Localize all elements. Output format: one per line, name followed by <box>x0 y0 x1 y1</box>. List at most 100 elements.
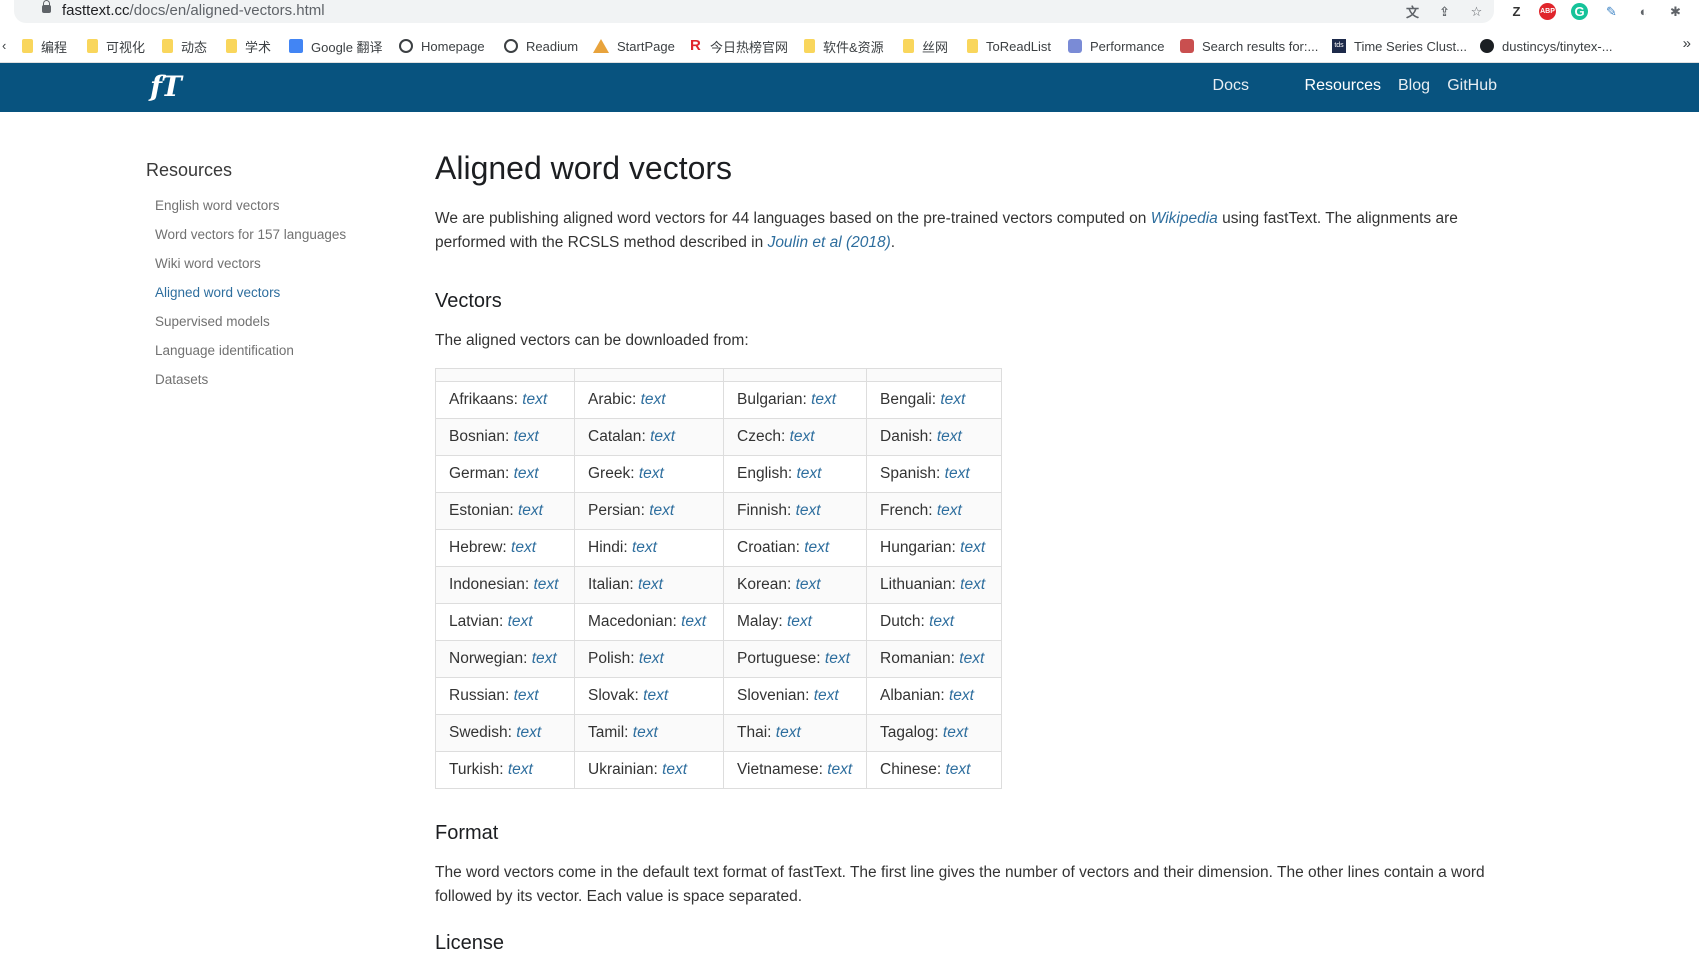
download-text-link[interactable]: text <box>681 613 706 630</box>
download-text-link[interactable]: text <box>776 724 801 741</box>
download-text-link[interactable]: text <box>650 428 675 445</box>
bookmark-item[interactable]: 动态 <box>162 36 207 56</box>
bookmark-item[interactable]: R 今日热榜官网 <box>690 36 788 56</box>
bookmark-item[interactable]: 编程 <box>22 36 67 56</box>
download-text-link[interactable]: text <box>508 613 533 630</box>
url-text[interactable]: fasttext.cc/docs/en/aligned-vectors.html <box>62 2 325 19</box>
language-cell: French: text <box>866 492 1002 530</box>
share-icon[interactable]: ⇪ <box>1436 3 1453 20</box>
download-text-link[interactable]: text <box>649 502 674 519</box>
download-text-link[interactable]: text <box>804 539 829 556</box>
extensions-puzzle-icon[interactable]: ✱ <box>1667 3 1684 20</box>
translate-icon[interactable]: 文 <box>1404 3 1421 20</box>
language-name: Indonesian <box>449 576 525 593</box>
download-text-link[interactable]: text <box>929 613 954 630</box>
bookmark-item[interactable]: 软件&资源 <box>804 36 884 56</box>
download-text-link[interactable]: text <box>959 650 984 667</box>
download-text-link[interactable]: text <box>514 428 539 445</box>
globe-icon <box>399 39 413 53</box>
download-text-link[interactable]: text <box>796 576 821 593</box>
language-name: Romanian <box>880 650 951 667</box>
download-text-link[interactable]: text <box>949 687 974 704</box>
download-text-link[interactable]: text <box>811 391 836 408</box>
download-text-link[interactable]: text <box>518 502 543 519</box>
lock-icon[interactable] <box>42 0 51 13</box>
sidebar-item-word-vectors-157[interactable]: Word vectors for 157 languages <box>155 227 346 242</box>
download-text-link[interactable]: text <box>533 576 558 593</box>
bookmark-item[interactable]: Readium <box>504 36 578 56</box>
download-text-link[interactable]: text <box>639 650 664 667</box>
download-text-link[interactable]: text <box>790 428 815 445</box>
download-text-link[interactable]: text <box>937 428 962 445</box>
download-text-link[interactable]: text <box>796 502 821 519</box>
sidebar-item-datasets[interactable]: Datasets <box>155 372 208 387</box>
sidebar-item-english-word-vectors[interactable]: English word vectors <box>155 198 280 213</box>
pen-extension-icon[interactable]: ✎ <box>1603 3 1620 20</box>
url-field[interactable]: fasttext.cc/docs/en/aligned-vectors.html <box>14 0 1494 23</box>
grammarly-icon[interactable]: G <box>1571 3 1588 20</box>
language-cell: Bengali: text <box>866 381 1002 419</box>
zotero-icon[interactable]: Z <box>1508 3 1525 20</box>
download-text-link[interactable]: text <box>945 465 970 482</box>
download-text-link[interactable]: text <box>814 687 839 704</box>
download-text-link[interactable]: text <box>639 465 664 482</box>
download-text-link[interactable]: text <box>796 465 821 482</box>
download-text-link[interactable]: text <box>516 724 541 741</box>
adblock-icon[interactable]: ABP <box>1539 3 1556 20</box>
bookmark-item[interactable]: Search results for:... <box>1180 36 1318 56</box>
bookmark-item[interactable]: Google 翻译 <box>289 36 383 56</box>
download-text-link[interactable]: text <box>632 539 657 556</box>
language-separator: : <box>629 576 638 593</box>
bookmark-item[interactable]: Performance <box>1068 36 1164 56</box>
nav-resources[interactable]: Resources <box>1305 77 1381 95</box>
joulin-paper-link[interactable]: Joulin et al (2018) <box>768 234 891 251</box>
download-text-link[interactable]: text <box>643 687 668 704</box>
bookmark-item[interactable]: 丝网 <box>903 36 948 56</box>
bookmark-item[interactable]: tds Time Series Clust... <box>1332 36 1467 56</box>
sidebar-title: Resources <box>146 160 233 180</box>
sync-extension-icon[interactable]: ◐ <box>1635 3 1652 20</box>
download-text-link[interactable]: text <box>825 650 850 667</box>
nav-github[interactable]: GitHub <box>1447 77 1497 95</box>
fasttext-logo[interactable]: fT <box>150 70 182 103</box>
download-text-link[interactable]: text <box>511 539 536 556</box>
bookmark-item[interactable]: StartPage <box>593 36 675 56</box>
download-text-link[interactable]: text <box>641 391 666 408</box>
sidebar-item-wiki-word-vectors[interactable]: Wiki word vectors <box>155 256 261 271</box>
nav-blog[interactable]: Blog <box>1398 77 1430 95</box>
wikipedia-link[interactable]: Wikipedia <box>1151 210 1218 227</box>
sidebar-item-aligned-word-vectors[interactable]: Aligned word vectors <box>155 285 280 300</box>
bookmark-item[interactable]: ToReadList <box>967 36 1051 56</box>
download-text-link[interactable]: text <box>638 576 663 593</box>
bookmark-item[interactable]: 学术 <box>226 36 271 56</box>
language-cell: Malay: text <box>723 603 867 641</box>
language-cell: Bosnian: text <box>435 418 575 456</box>
download-text-link[interactable]: text <box>532 650 557 667</box>
language-cell: Macedonian: text <box>574 603 724 641</box>
download-text-link[interactable]: text <box>827 761 852 778</box>
nav-docs[interactable]: Docs <box>1213 77 1249 95</box>
download-text-link[interactable]: text <box>633 724 658 741</box>
bookmarks-overflow-icon[interactable]: » <box>1683 35 1691 52</box>
download-text-link[interactable]: text <box>960 539 985 556</box>
bookmark-item[interactable]: Homepage <box>399 36 485 56</box>
sidebar-item-language-identification[interactable]: Language identification <box>155 343 294 358</box>
download-text-link[interactable]: text <box>514 687 539 704</box>
download-text-link[interactable]: text <box>940 391 965 408</box>
download-text-link[interactable]: text <box>508 761 533 778</box>
download-text-link[interactable]: text <box>960 576 985 593</box>
download-text-link[interactable]: text <box>943 724 968 741</box>
download-text-link[interactable]: text <box>662 761 687 778</box>
download-text-link[interactable]: text <box>514 465 539 482</box>
bookmark-item[interactable]: dustincys/tinytex-... <box>1480 36 1613 56</box>
download-text-link[interactable]: text <box>787 613 812 630</box>
download-text-link[interactable]: text <box>946 761 971 778</box>
bookmark-item[interactable]: 可视化 <box>87 36 145 56</box>
bookmarks-scroll-left-icon[interactable]: ‹ <box>2 38 6 53</box>
language-cell: Slovenian: text <box>723 677 867 715</box>
download-text-link[interactable]: text <box>937 502 962 519</box>
download-text-link[interactable]: text <box>522 391 547 408</box>
sidebar-item-supervised-models[interactable]: Supervised models <box>155 314 270 329</box>
bookmark-star-icon[interactable]: ☆ <box>1468 3 1485 20</box>
r-icon: R <box>690 37 701 54</box>
